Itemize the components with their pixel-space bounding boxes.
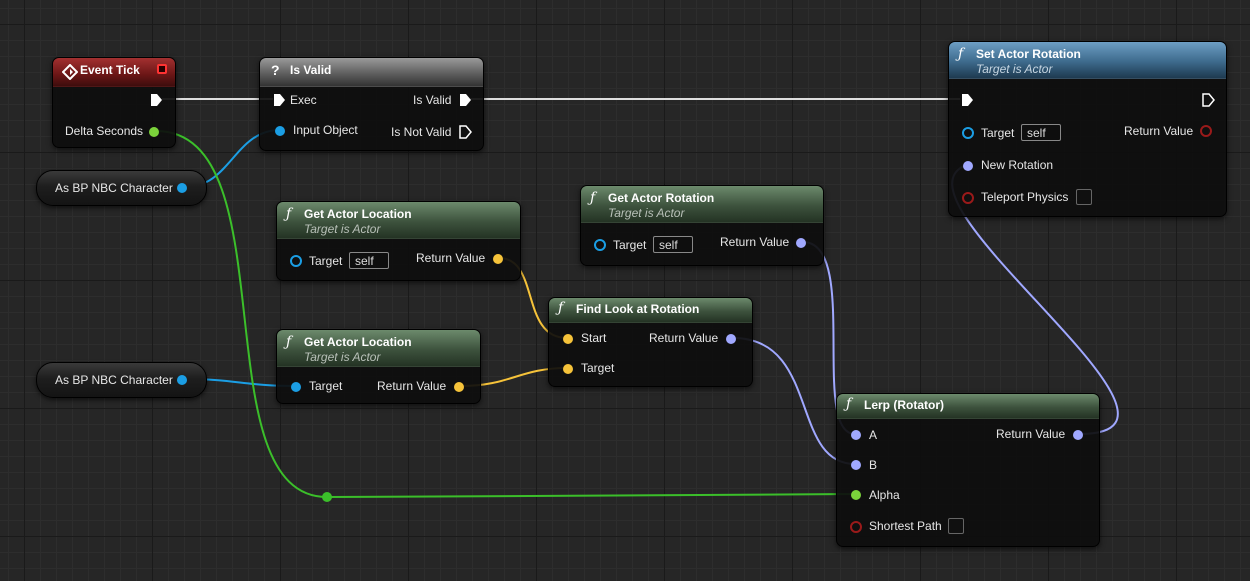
set-actor-rotation-header[interactable]: ƒ Set Actor Rotation Target is Actor (949, 42, 1226, 79)
function-icon: ƒ (286, 206, 292, 222)
target-label: Target (309, 379, 343, 393)
node-subtitle: Target is Actor (608, 206, 685, 220)
object-out-pin[interactable] (175, 373, 189, 387)
new-rotation-label: New Rotation (981, 158, 1054, 172)
set-actor-rotation-node[interactable]: ƒ Set Actor Rotation Target is Actor Tar… (948, 41, 1227, 217)
bool-out-pin[interactable] (1199, 124, 1213, 138)
exec-in-pin[interactable] (272, 93, 286, 107)
start-label: Start (581, 331, 607, 345)
object-out-pin[interactable] (175, 181, 189, 195)
node-subtitle: Target is Actor (304, 350, 381, 364)
node-title: Get Actor Rotation (608, 191, 715, 205)
rotator-in-b-pin[interactable] (849, 458, 863, 472)
get-actor-rotation-node[interactable]: ƒ Get Actor Rotation Target is Actor Tar… (580, 185, 824, 266)
teleport-physics-label: Teleport Physics (981, 190, 1069, 204)
variable-getter-1[interactable]: As BP NBC Character (36, 170, 207, 206)
event-tick-header[interactable]: Event Tick (53, 58, 175, 87)
lerp-rotator-header[interactable]: ƒ Lerp (Rotator) (837, 394, 1099, 419)
target-in-pin[interactable] (593, 238, 607, 252)
alpha-label: Alpha (869, 488, 900, 502)
delta-seconds-label: Delta Seconds (65, 124, 144, 138)
node-title: Get Actor Location (304, 335, 412, 349)
return-value-label: Return Value (377, 379, 447, 393)
input-object-label: Input Object (293, 123, 358, 137)
vector-out-pin[interactable] (452, 380, 466, 394)
function-icon: ƒ (286, 334, 292, 350)
vector-in-start-pin[interactable] (561, 332, 575, 346)
function-icon: ƒ (590, 190, 596, 206)
rotator-out-pin[interactable] (1071, 428, 1085, 442)
return-value-label: Return Value (416, 251, 486, 265)
return-value-label: Return Value (720, 235, 790, 249)
function-icon: ƒ (958, 46, 964, 62)
get-actor-location-header[interactable]: ƒ Get Actor Location Target is Actor (277, 330, 480, 367)
exec-out-not-valid-pin[interactable] (458, 125, 472, 139)
node-title: Event Tick (80, 63, 140, 77)
node-title: Set Actor Rotation (976, 47, 1081, 61)
return-value-label: Return Value (649, 331, 719, 345)
exec-out-pin[interactable] (1201, 93, 1215, 107)
node-subtitle: Target is Actor (976, 62, 1053, 76)
event-diamond-icon (62, 64, 78, 80)
b-label: B (869, 458, 878, 472)
target-default-field[interactable]: self (1021, 124, 1061, 141)
get-actor-rotation-header[interactable]: ƒ Get Actor Rotation Target is Actor (581, 186, 823, 223)
exec-label: Exec (290, 93, 317, 107)
return-value-label: Return Value (996, 427, 1066, 441)
node-title: Lerp (Rotator) (864, 398, 944, 412)
rotator-out-pin[interactable] (794, 236, 808, 250)
vector-out-pin[interactable] (491, 252, 505, 266)
target-default-field[interactable]: self (349, 252, 389, 269)
reroute-knot (322, 492, 332, 502)
shortest-path-label: Shortest Path (869, 519, 942, 533)
event-tick-node[interactable]: Event Tick Delta Seconds (52, 57, 176, 148)
lerp-rotator-node[interactable]: ƒ Lerp (Rotator) A Return Value B Alpha … (836, 393, 1100, 547)
function-icon: ƒ (558, 300, 564, 316)
variable-label: As BP NBC Character (55, 181, 173, 195)
float-wire-reroute-to-alpha (326, 493, 856, 498)
rotator-in-a-pin[interactable] (849, 428, 863, 442)
get-actor-location-node-2[interactable]: ƒ Get Actor Location Target is Actor Tar… (276, 329, 481, 404)
return-value-label: Return Value (1124, 124, 1194, 138)
find-look-at-rotation-node[interactable]: ƒ Find Look at Rotation Start Return Val… (548, 297, 753, 387)
variable-label: As BP NBC Character (55, 373, 173, 387)
exec-out-pin[interactable] (149, 93, 163, 107)
get-actor-location-node-1[interactable]: ƒ Get Actor Location Target is Actor Tar… (276, 201, 521, 281)
node-subtitle: Target is Actor (304, 222, 381, 236)
teleport-physics-checkbox[interactable] (1076, 189, 1092, 205)
is-valid-label: Is Valid (413, 93, 452, 107)
is-valid-header[interactable]: ? Is Valid (260, 58, 483, 87)
target-label: Target (613, 238, 647, 252)
target-label: Target (309, 254, 343, 268)
a-label: A (869, 428, 878, 442)
node-title: Find Look at Rotation (576, 302, 700, 316)
object-in-pin[interactable] (273, 124, 287, 138)
shortest-path-checkbox[interactable] (948, 518, 964, 534)
rotator-out-pin[interactable] (724, 332, 738, 346)
float-in-alpha-pin[interactable] (849, 488, 863, 502)
target-in-pin[interactable] (961, 126, 975, 140)
node-title: Is Valid (290, 63, 332, 77)
target-in-pin[interactable] (289, 254, 303, 268)
stop-square-icon (157, 64, 167, 74)
target-label: Target (981, 126, 1015, 140)
rotator-in-pin[interactable] (961, 159, 975, 173)
target-in-pin[interactable] (289, 380, 303, 394)
target-default-field[interactable]: self (653, 236, 693, 253)
node-title: Get Actor Location (304, 207, 412, 221)
vector-in-target-pin[interactable] (561, 362, 575, 376)
question-icon: ? (271, 62, 280, 78)
exec-in-pin[interactable] (960, 93, 974, 107)
function-icon: ƒ (846, 396, 852, 412)
bool-in-shortest-pin[interactable] (849, 520, 863, 534)
is-valid-node[interactable]: ? Is Valid Exec Is Valid Input Object Is… (259, 57, 484, 151)
bool-in-pin[interactable] (961, 191, 975, 205)
get-actor-location-header[interactable]: ƒ Get Actor Location Target is Actor (277, 202, 520, 239)
is-not-valid-label: Is Not Valid (391, 125, 452, 139)
float-out-pin[interactable] (147, 125, 161, 139)
exec-out-valid-pin[interactable] (458, 93, 472, 107)
find-look-at-rotation-header[interactable]: ƒ Find Look at Rotation (549, 298, 752, 323)
variable-getter-2[interactable]: As BP NBC Character (36, 362, 207, 398)
target-label: Target (581, 361, 615, 375)
